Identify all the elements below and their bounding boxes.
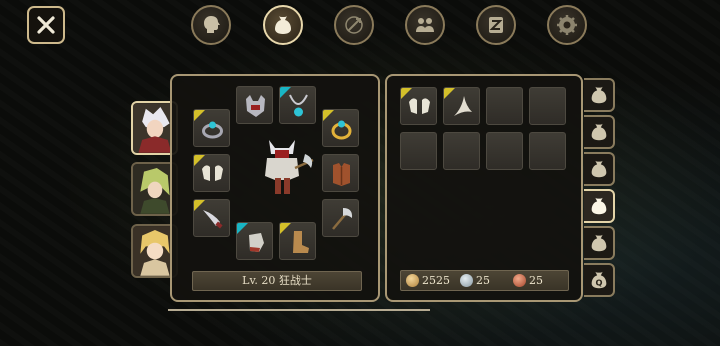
- slot-helmet[interactable]: [236, 86, 273, 124]
- bag-tab-label: Q: [595, 278, 602, 288]
- dagger-icon: [203, 210, 223, 229]
- slot-ring-right[interactable]: [322, 109, 359, 147]
- copper-value: 25: [529, 274, 543, 287]
- head-icon: [204, 16, 220, 33]
- bag-icon: [275, 16, 291, 34]
- necklace-icon: [289, 94, 308, 117]
- ring-icon: [331, 120, 352, 140]
- character-sprite: [265, 140, 314, 194]
- bag-tab-1[interactable]: [584, 78, 615, 112]
- helmet-icon: [246, 95, 265, 117]
- boot-icon: [293, 231, 309, 253]
- tab-settings[interactable]: [547, 5, 587, 45]
- tab-skills[interactable]: [334, 5, 374, 45]
- settings-icon: [557, 15, 577, 35]
- inventory-slot[interactable]: [529, 87, 566, 125]
- tab-character[interactable]: [191, 5, 231, 45]
- claw-icon: [454, 96, 472, 116]
- glove-icon: [249, 233, 264, 252]
- inventory-slot[interactable]: [486, 132, 523, 170]
- slot-offhand[interactable]: [193, 199, 230, 237]
- gold-coin-icon: [406, 274, 419, 287]
- bag-icon: [591, 123, 606, 141]
- bag-tab-5[interactable]: [584, 226, 615, 260]
- currency-bar: 2525 25 25: [400, 270, 569, 291]
- quest-bag-icon: Q: [591, 271, 606, 289]
- bag-icon: [591, 197, 606, 215]
- inventory-slot[interactable]: [400, 87, 437, 125]
- bag-tab-quest[interactable]: Q: [584, 263, 615, 297]
- pauldron-icon: [409, 98, 430, 114]
- skill-icon: [345, 16, 363, 34]
- silver-amount: 25: [460, 271, 490, 290]
- slot-armor[interactable]: [322, 154, 359, 192]
- character-level-label: Lv. 20 狂战士: [192, 271, 362, 291]
- ring-icon: [202, 121, 223, 139]
- tab-inventory[interactable]: [263, 5, 303, 45]
- slot-gloves[interactable]: [236, 222, 273, 260]
- slot-weapon[interactable]: [322, 199, 359, 237]
- axe-icon: [332, 208, 353, 230]
- silver-coin-icon: [460, 274, 473, 287]
- tab-party[interactable]: [405, 5, 445, 45]
- bag-tab-3[interactable]: [584, 152, 615, 186]
- copper-amount: 25: [513, 271, 543, 290]
- armor-icon: [333, 163, 350, 186]
- close-button[interactable]: [27, 6, 65, 44]
- bag-tab-4[interactable]: [584, 189, 615, 223]
- silver-value: 25: [476, 274, 490, 287]
- gold-amount: 2525: [406, 271, 450, 290]
- pauldron-icon: [202, 165, 223, 181]
- bag-tab-2[interactable]: [584, 115, 615, 149]
- inventory-slot[interactable]: [400, 132, 437, 170]
- gold-value: 2525: [422, 274, 450, 287]
- close-icon: [37, 16, 55, 34]
- slot-necklace[interactable]: [279, 86, 316, 124]
- bag-icon: [591, 234, 606, 252]
- bag-icon: [591, 86, 606, 104]
- inventory-slot[interactable]: [529, 132, 566, 170]
- slot-ring-left[interactable]: [193, 109, 230, 147]
- slot-shoulder[interactable]: [193, 154, 230, 192]
- scroll-indicator: [168, 309, 430, 311]
- inventory-slot[interactable]: [486, 87, 523, 125]
- quest-icon: [489, 17, 503, 33]
- bag-icon: [591, 160, 606, 178]
- inventory-slot[interactable]: [443, 87, 480, 125]
- slot-boots[interactable]: [279, 222, 316, 260]
- tab-quests[interactable]: [476, 5, 516, 45]
- party-icon: [416, 18, 434, 32]
- inventory-slot[interactable]: [443, 132, 480, 170]
- copper-coin-icon: [513, 274, 526, 287]
